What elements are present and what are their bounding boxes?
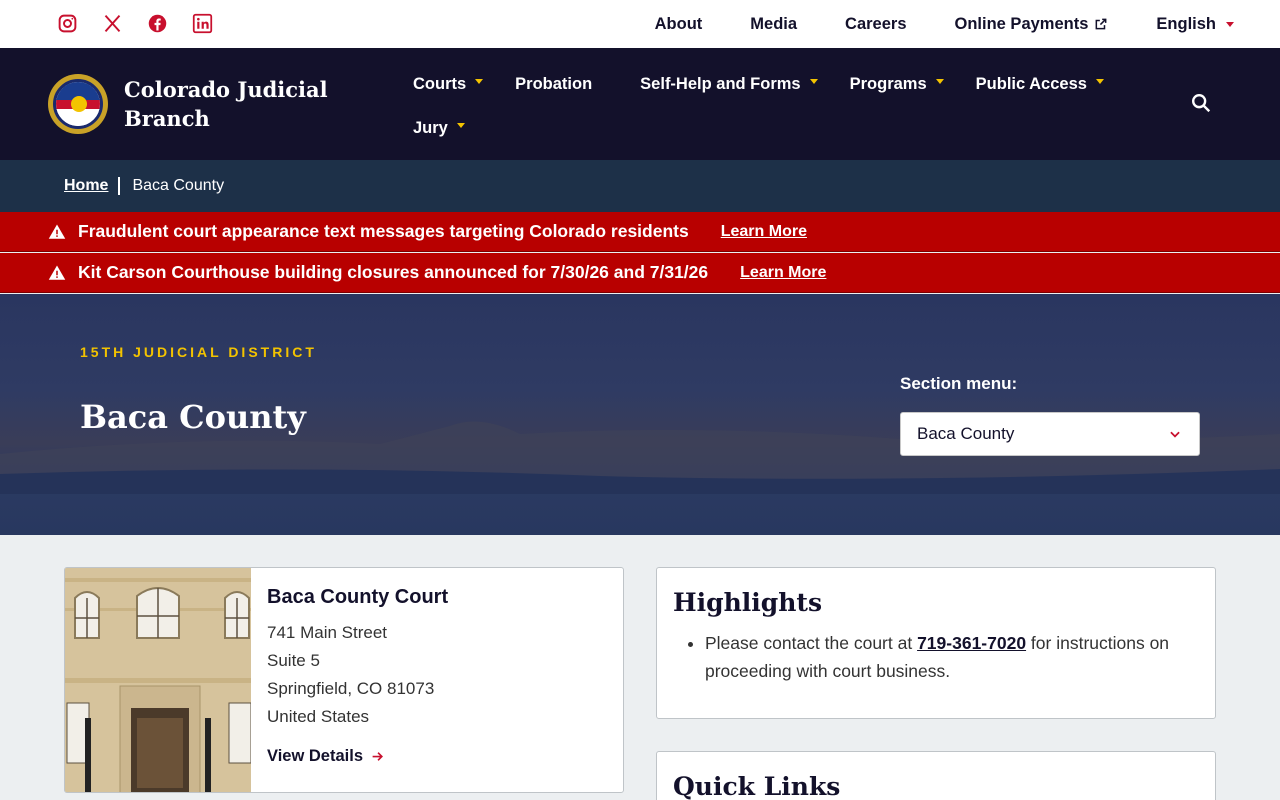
site-title[interactable]: Colorado Judicial Branch <box>124 75 344 133</box>
alert-learn-more-link[interactable]: Learn More <box>740 264 826 282</box>
chevron-down-icon <box>809 78 818 84</box>
district-label: 15TH JUDICIAL DISTRICT <box>80 344 317 360</box>
nav-programs[interactable]: Programs <box>850 75 944 94</box>
linkedin-icon[interactable] <box>191 12 214 35</box>
highlight-text-before: Please contact the court at <box>705 633 918 653</box>
section-menu-select[interactable]: Baca County <box>900 412 1200 456</box>
page-title: Baca County <box>80 398 306 436</box>
court-phone-link[interactable]: 719-361-7020 <box>917 633 1026 653</box>
court-info: Baca County Court 741 Main Street Suite … <box>267 586 448 766</box>
online-payments-link[interactable]: Online Payments <box>955 15 1109 34</box>
alert-message: Kit Carson Courthouse building closures … <box>78 262 709 282</box>
court-name: Baca County Court <box>267 586 449 608</box>
breadcrumb: Home Baca County <box>0 160 1280 212</box>
judicial-seal-logo[interactable] <box>48 74 108 134</box>
highlight-item: Please contact the court at 719-361-7020… <box>705 629 1199 685</box>
highlights-card: Highlights Please contact the court at 7… <box>656 567 1216 719</box>
quick-links-card: Quick Links <box>656 751 1216 800</box>
courthouse-photo <box>65 568 251 792</box>
section-menu-label: Section menu: <box>900 374 1018 393</box>
nav-self-help[interactable]: Self-Help and Forms <box>640 74 818 94</box>
highlights-list: Please contact the court at 719-361-7020… <box>673 629 1199 685</box>
alert-banner: Kit Carson Courthouse building closures … <box>0 253 1280 293</box>
search-icon <box>1192 94 1211 113</box>
chevron-down-icon <box>1170 431 1180 438</box>
breadcrumb-home[interactable]: Home <box>64 177 108 195</box>
breadcrumb-divider <box>118 177 121 195</box>
alert-banner: Fraudulent court appearance text message… <box>0 212 1280 252</box>
highlights-title: Highlights <box>673 588 823 617</box>
about-link[interactable]: About <box>655 15 703 34</box>
alert-learn-more-link[interactable]: Learn More <box>721 223 807 241</box>
section-menu-value: Baca County <box>917 424 1015 443</box>
utility-bar: About Media Careers Online Payments Engl… <box>0 0 1280 48</box>
court-city-line: Springfield, CO 81073 <box>267 679 435 698</box>
online-payments-label: Online Payments <box>954 14 1089 33</box>
chevron-down-icon <box>475 78 484 84</box>
nav-courts[interactable]: Courts <box>413 74 484 94</box>
facebook-icon[interactable] <box>146 12 169 35</box>
nav-programs-label: Programs <box>849 74 927 93</box>
main-nav: Courts Probation Self-Help and Forms Pro… <box>413 62 1113 150</box>
warning-icon <box>48 265 66 280</box>
site-header: Colorado Judicial Branch Courts Probatio… <box>0 48 1280 160</box>
language-label: English <box>1156 14 1216 33</box>
quick-links-title: Quick Links <box>673 772 841 800</box>
chevron-down-icon <box>1226 21 1234 27</box>
nav-public-access[interactable]: Public Access <box>976 75 1104 94</box>
court-address-line-1: 741 Main Street <box>267 623 388 642</box>
chevron-down-icon <box>456 122 465 128</box>
external-link-icon <box>1095 18 1107 30</box>
court-address-line-2: Suite 5 <box>267 651 320 670</box>
language-selector[interactable]: English <box>1156 15 1234 34</box>
warning-icon <box>48 224 66 239</box>
nav-public-access-label: Public Access <box>975 74 1087 93</box>
nav-courts-label: Courts <box>413 74 467 93</box>
court-card: Baca County Court 741 Main Street Suite … <box>64 567 624 793</box>
nav-probation[interactable]: Probation <box>515 75 592 94</box>
view-details-label: View Details <box>267 747 363 765</box>
careers-link[interactable]: Careers <box>845 15 906 34</box>
chevron-down-icon <box>1095 78 1104 84</box>
utility-nav: About Media Careers Online Payments Engl… <box>655 0 1234 48</box>
nav-jury[interactable]: Jury <box>413 119 465 138</box>
nav-jury-label: Jury <box>413 118 448 137</box>
view-details-link[interactable]: View Details <box>267 747 448 766</box>
breadcrumb-current: Baca County <box>132 177 225 194</box>
instagram-icon[interactable] <box>56 12 79 35</box>
hero-banner: 15TH JUDICIAL DISTRICT Baca County Secti… <box>0 294 1280 535</box>
x-icon[interactable] <box>101 12 124 35</box>
social-links <box>56 12 214 35</box>
arrow-right-icon <box>372 752 383 761</box>
nav-self-help-label: Self-Help and Forms <box>640 74 801 93</box>
search-button[interactable] <box>1190 92 1214 116</box>
media-link[interactable]: Media <box>750 15 797 34</box>
alert-message: Fraudulent court appearance text message… <box>78 221 689 241</box>
court-country: United States <box>267 707 370 726</box>
chevron-down-icon <box>935 78 944 84</box>
